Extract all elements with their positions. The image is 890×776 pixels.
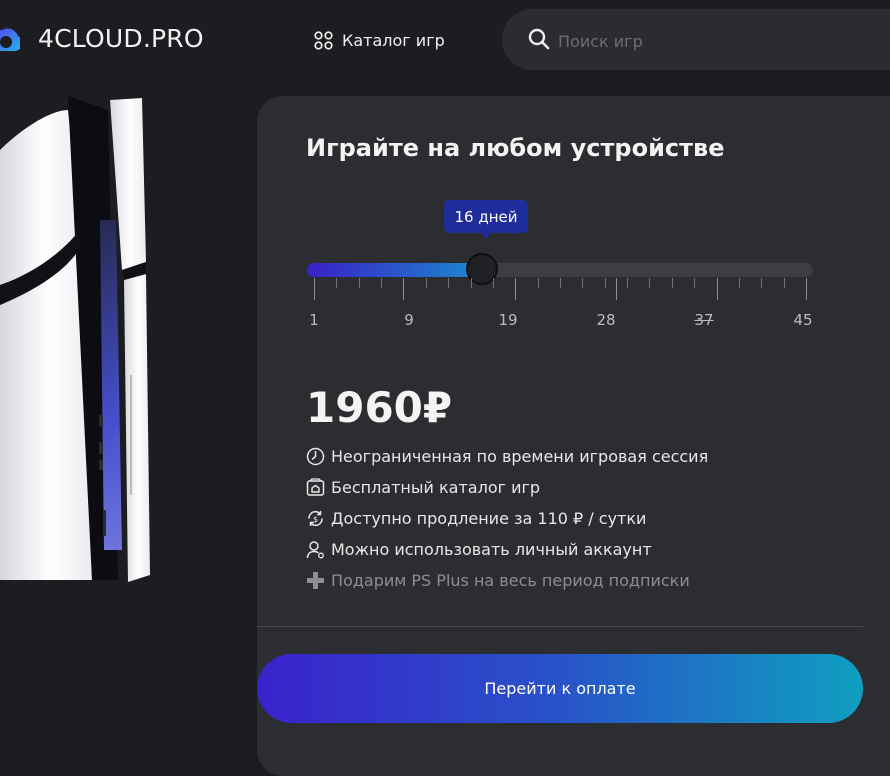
slider-tick: [381, 278, 383, 288]
catalog-link[interactable]: Каталог игр: [314, 29, 445, 51]
slider-tick: [604, 278, 606, 288]
grid-icon: [314, 30, 333, 50]
logo-icon[interactable]: [0, 22, 20, 58]
slider-ticks: [307, 278, 813, 302]
slider-tick: [492, 278, 494, 288]
slider-major-tick: [314, 278, 315, 300]
search-icon: [528, 28, 550, 50]
tick-label-1: 1: [309, 311, 319, 329]
feature-text: Подарим PS Plus на весь период подписки: [331, 570, 690, 590]
slider-tick: [560, 278, 561, 288]
pay-button[interactable]: Перейти к оплате: [257, 654, 863, 723]
playstation-plus-icon: [307, 571, 324, 589]
tick-label-9: 9: [404, 311, 414, 329]
feature-unlimited-session: Неограниченная по времени игровая сессия: [306, 445, 708, 467]
slider-tick: [425, 278, 427, 288]
feature-free-catalog: Бесплатный каталог игр: [306, 476, 540, 498]
search-input[interactable]: [556, 27, 860, 55]
feature-text: Бесплатный каталог игр: [331, 477, 541, 497]
feature-extension: $ Доступно продление за 110 ₽ / сутки: [306, 507, 646, 529]
tick-label-37: 37: [694, 311, 714, 329]
slider-major-tick: [716, 278, 718, 300]
slider-tick: [761, 278, 763, 288]
slider-major-tick: [515, 278, 517, 300]
feature-text: Можно использовать личный аккаунт: [331, 539, 652, 559]
slider-tick: [694, 278, 696, 288]
slider-tooltip: 16 дней: [444, 200, 528, 239]
logo-text[interactable]: 4CLOUD.PRO: [38, 24, 204, 53]
catalog-label: Каталог игр: [342, 30, 445, 50]
user-icon: [306, 540, 324, 558]
slider-tick: [671, 278, 673, 288]
console-image: [0, 96, 150, 582]
search-box[interactable]: [502, 9, 890, 70]
slider-major-tick: [615, 278, 617, 300]
tick-label-45: 45: [793, 311, 813, 329]
renew-currency-icon: $: [308, 510, 323, 526]
catalog-home-icon: [306, 477, 325, 496]
slider-tick: [738, 278, 740, 288]
divider: [257, 626, 863, 627]
tick-label-28: 28: [596, 311, 616, 329]
price: 1960₽: [306, 383, 453, 432]
slider-tick: [448, 278, 450, 288]
slider-tick: [336, 278, 338, 288]
feature-text: Доступно продление за 110 ₽ / сутки: [331, 508, 647, 528]
slider-major-tick: [806, 278, 807, 300]
days-slider-fill: [307, 263, 489, 277]
slider-tick: [358, 278, 360, 288]
slider-tick: [537, 278, 539, 288]
clock-icon: [306, 447, 325, 465]
panel-title: Играйте на любом устройстве: [306, 134, 725, 162]
tick-label-19: 19: [498, 311, 518, 329]
feature-ps-plus: Подарим PS Plus на весь период подписки: [306, 569, 690, 591]
feature-text: Неограниченная по времени игровая сессия: [331, 446, 709, 466]
days-slider-track[interactable]: [307, 263, 813, 277]
slider-major-tick: [403, 278, 405, 300]
slider-tick: [627, 278, 629, 288]
feature-personal-account: Можно использовать личный аккаунт: [306, 538, 652, 560]
header: 4CLOUD.PRO Каталог игр: [0, 0, 890, 80]
slider-tick: [582, 278, 584, 288]
slider-tick: [470, 278, 472, 288]
slider-tick: [649, 278, 651, 288]
svg-text:$: $: [313, 515, 318, 524]
slider-tick: [783, 278, 785, 288]
